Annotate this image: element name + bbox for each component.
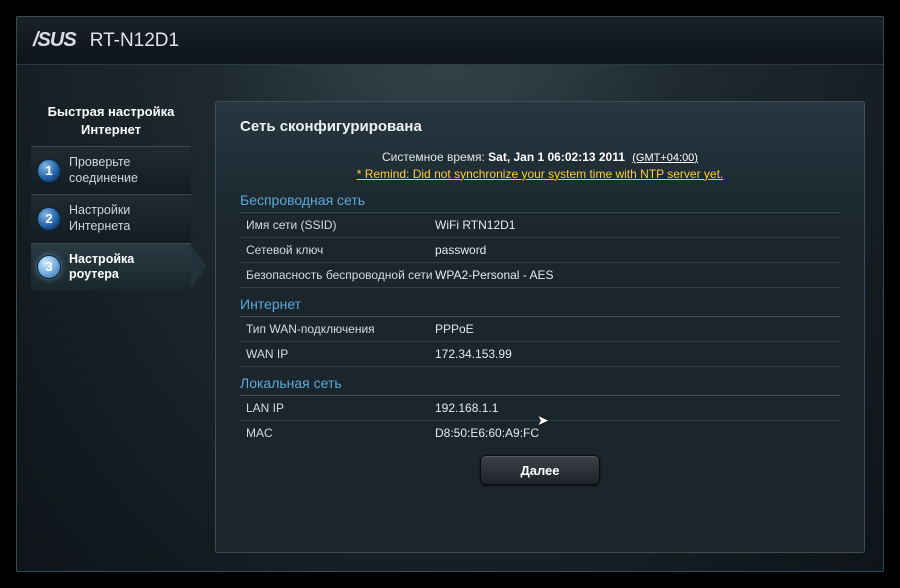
row-security: Безопасность беспроводной сети WPA2-Pers…: [240, 263, 840, 288]
sidebar-title: Быстрая настройка Интернет: [31, 103, 191, 138]
row-mac: MAC D8:50:E6:60:A9:FC: [240, 421, 840, 445]
security-label: Безопасность беспроводной сети: [240, 268, 435, 282]
wan-type-label: Тип WAN-подключения: [240, 322, 435, 336]
section-internet-title: Интернет: [240, 292, 840, 317]
step-router-setup[interactable]: 3 Настройка роутера: [31, 243, 191, 291]
page-title: Сеть сконфигурирована: [240, 118, 840, 135]
next-button[interactable]: Далее: [480, 455, 600, 485]
model-label: RT-N12D1: [90, 30, 179, 52]
ssid-label: Имя сети (SSID): [240, 218, 435, 232]
row-ssid: Имя сети (SSID) WiFi RTN12D1: [240, 213, 840, 238]
systime-label: Системное время:: [382, 150, 485, 164]
key-value: password: [435, 243, 486, 257]
app-viewport: /SUS RT-N12D1 Быстрая настройка Интернет…: [16, 16, 884, 572]
wan-ip-value: 172.34.153.99: [435, 347, 512, 361]
system-time-block: Системное время: Sat, Jan 1 06:02:13 201…: [240, 149, 840, 182]
top-bar: /SUS RT-N12D1: [17, 17, 883, 65]
ntp-remind-link[interactable]: * Remind: Did not synchronize your syste…: [357, 167, 724, 181]
asus-logo: /SUS: [33, 29, 76, 52]
step-check-connection[interactable]: 1 Проверьте соединение: [31, 146, 191, 194]
ssid-value: WiFi RTN12D1: [435, 218, 515, 232]
step-number-icon: 3: [37, 255, 61, 279]
row-lan-ip: LAN IP 192.168.1.1: [240, 396, 840, 421]
lan-ip-value: 192.168.1.1: [435, 401, 498, 415]
row-key: Сетевой ключ password: [240, 238, 840, 263]
step-label: Настройка роутера: [69, 252, 185, 283]
step-label: Настройки Интернета: [69, 203, 185, 234]
section-wireless-title: Беспроводная сеть: [240, 188, 840, 213]
row-wan-type: Тип WAN-подключения PPPoE: [240, 317, 840, 342]
timezone-link[interactable]: (GMT+04:00): [632, 152, 698, 164]
step-number-icon: 1: [37, 159, 61, 183]
key-label: Сетевой ключ: [240, 243, 435, 257]
wan-ip-label: WAN IP: [240, 347, 435, 361]
step-internet-settings[interactable]: 2 Настройки Интернета: [31, 194, 191, 242]
sidebar: Быстрая настройка Интернет 1 Проверьте с…: [17, 65, 197, 571]
wan-type-value: PPPoE: [435, 322, 474, 336]
content-area: Быстрая настройка Интернет 1 Проверьте с…: [17, 65, 883, 571]
lan-ip-label: LAN IP: [240, 401, 435, 415]
main-panel: Сеть сконфигурирована Системное время: S…: [215, 101, 865, 553]
window-frame: /SUS RT-N12D1 Быстрая настройка Интернет…: [0, 0, 900, 588]
section-lan-title: Локальная сеть: [240, 371, 840, 396]
row-wan-ip: WAN IP 172.34.153.99: [240, 342, 840, 367]
step-label: Проверьте соединение: [69, 155, 185, 186]
step-number-icon: 2: [37, 207, 61, 231]
security-value: WPA2-Personal - AES: [435, 268, 554, 282]
mac-label: MAC: [240, 426, 435, 440]
systime-value: Sat, Jan 1 06:02:13 2011: [488, 150, 625, 164]
mac-value: D8:50:E6:60:A9:FC: [435, 426, 539, 440]
